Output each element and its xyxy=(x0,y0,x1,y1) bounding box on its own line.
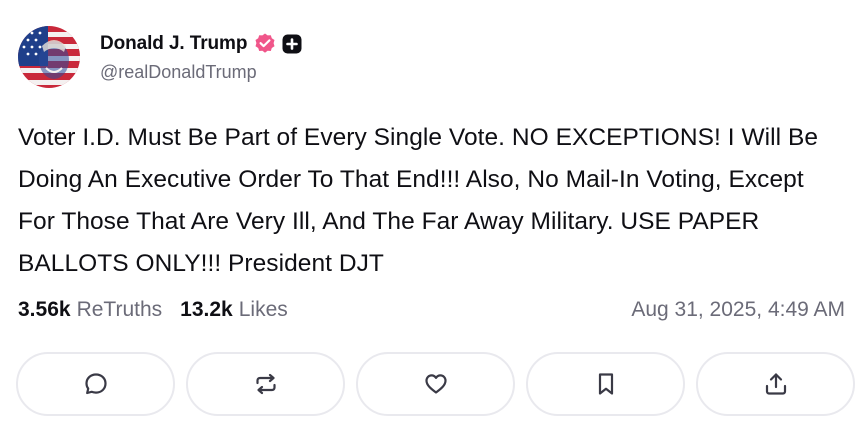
heart-icon xyxy=(424,374,447,394)
avatar[interactable] xyxy=(18,26,80,88)
share-icon xyxy=(765,373,786,395)
reply-button[interactable] xyxy=(16,352,175,416)
retruth-icon xyxy=(255,373,276,395)
retruths-count: 3.56k xyxy=(18,298,71,321)
likes-stat[interactable]: 13.2k Likes xyxy=(180,298,288,322)
likes-label: Likes xyxy=(238,298,288,321)
comment-icon xyxy=(84,373,107,395)
post-header: Donald J. Trump @realDonaldTrump xyxy=(18,26,303,88)
author-identity: Donald J. Trump @realDonaldTrump xyxy=(100,26,303,83)
plus-badge-icon xyxy=(281,33,303,55)
verified-badge-icon xyxy=(253,32,277,56)
author-display-name[interactable]: Donald J. Trump xyxy=(100,33,247,55)
bookmark-button[interactable] xyxy=(526,352,685,416)
like-button[interactable] xyxy=(356,352,515,416)
post-stats: 3.56k ReTruths 13.2k Likes Aug 31, 2025, 4… xyxy=(18,298,845,322)
retruths-label: ReTruths xyxy=(76,298,163,321)
share-button[interactable] xyxy=(696,352,855,416)
author-handle[interactable]: @realDonaldTrump xyxy=(100,62,303,83)
bookmark-icon xyxy=(598,373,613,395)
retruths-stat[interactable]: 3.56k ReTruths xyxy=(18,298,162,322)
likes-count: 13.2k xyxy=(180,298,233,321)
retruth-button[interactable] xyxy=(186,352,345,416)
post-timestamp[interactable]: Aug 31, 2025, 4:49 AM xyxy=(631,298,845,322)
action-bar xyxy=(16,352,855,416)
post-text: Voter I.D. Must Be Part of Every Single … xyxy=(18,124,819,277)
